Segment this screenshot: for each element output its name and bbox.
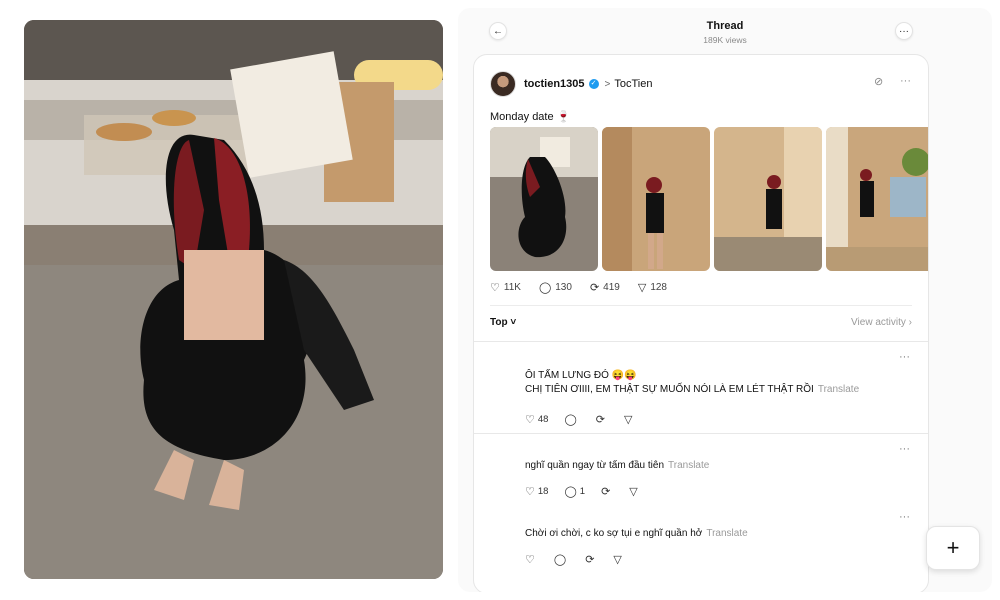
image-carousel[interactable]	[490, 127, 928, 271]
reply-like-button[interactable]: ♡ 18	[525, 485, 548, 498]
carousel-image-2[interactable]	[602, 127, 710, 271]
heart-icon: ♡	[490, 282, 500, 294]
post-header: toctien1305 ✓ > TocTien	[490, 71, 652, 97]
post-caption: Monday date 🍷	[490, 111, 571, 123]
view-count: 189K views	[703, 35, 747, 45]
reply-like-count: 18	[537, 486, 549, 497]
reply-actions: ♡ ◯ ⟳ ▽	[525, 553, 641, 566]
top-bar: ← Thread 189K views ···	[458, 8, 992, 54]
like-count: 11K	[503, 282, 521, 293]
reply-repost-button[interactable]: ⟳	[585, 553, 597, 566]
repost-icon: ⟳	[585, 554, 595, 566]
repost-icon: ⟳	[595, 414, 605, 426]
reply-comment-count: 1	[579, 486, 586, 497]
reply-more-icon[interactable]: ···	[899, 511, 910, 523]
reply-text-line: CHỊ TIÊN ƠIIII, EM THẬT SỰ MUỐN NÓI LÀ E…	[525, 384, 814, 395]
share-button[interactable]: ▽ 128	[638, 281, 667, 294]
translate-post-icon[interactable]: ⊘	[874, 75, 883, 88]
chevron-right-icon: >	[604, 78, 611, 90]
share-icon: ▽	[623, 414, 633, 426]
share-icon: ▽	[637, 282, 647, 294]
share-count: 128	[650, 282, 667, 293]
reply-comment-button[interactable]: ◯	[564, 413, 579, 426]
comment-count: 130	[555, 282, 572, 293]
translate-link[interactable]: Translate	[668, 460, 709, 471]
thread-card: toctien1305 ✓ > TocTien ⊘ ··· Monday dat…	[473, 54, 929, 592]
view-activity-link[interactable]: View activity ›	[851, 317, 912, 328]
verified-badge-icon: ✓	[588, 79, 599, 89]
reply-more-icon[interactable]: ···	[899, 443, 910, 455]
reply-actions: ♡ 18 ◯ 1 ⟳ ▽	[525, 485, 657, 498]
carousel-image-4[interactable]	[826, 127, 928, 271]
like-button[interactable]: ♡ 11K	[490, 281, 521, 294]
post-stats: ♡ 11K ◯ 130 ⟳ 419 ▽ 128	[490, 281, 685, 294]
post-topic[interactable]: TocTien	[614, 78, 652, 90]
reply-share-button[interactable]: ▽	[613, 553, 624, 566]
heart-icon: ♡	[525, 486, 535, 498]
heart-icon: ♡	[525, 554, 535, 566]
reply-like-button[interactable]: ♡	[525, 553, 538, 566]
repost-icon: ⟳	[601, 486, 611, 498]
reply-actions: ♡ 48 ◯ ⟳ ▽	[525, 413, 651, 426]
divider	[490, 305, 912, 306]
screen: ← Thread 189K views ··· toctien1305 ✓ > …	[0, 0, 1000, 600]
reply-item: ··· nghĩ quần ngay từ tấm đầu tiên Transl…	[474, 443, 928, 503]
main-photo	[24, 20, 443, 579]
reply-share-button[interactable]: ▽	[624, 413, 635, 426]
reply-text: ÔI TẤM LƯNG ĐÓ 😝😝 CHỊ TIÊN ƠIIII, EM THẬ…	[525, 369, 859, 397]
divider	[474, 433, 928, 434]
reply-share-button[interactable]: ▽	[629, 485, 640, 498]
reply-text-line: ÔI TẤM LƯNG ĐÓ 😝😝	[525, 370, 637, 381]
post-more-icon[interactable]: ···	[900, 75, 911, 87]
reply-text: Chời ơi chời, c ko sợ tụi e nghĩ quần hở…	[525, 527, 748, 541]
carousel-image-1[interactable]	[490, 127, 598, 271]
reply-like-button[interactable]: ♡ 48	[525, 413, 548, 426]
comment-icon: ◯	[564, 486, 577, 498]
new-thread-button[interactable]: +	[926, 526, 980, 570]
comment-icon: ◯	[538, 282, 552, 294]
comment-icon: ◯	[564, 414, 577, 426]
repost-count: 419	[603, 282, 620, 293]
reply-repost-button[interactable]: ⟳	[601, 485, 613, 498]
reply-text-line: Chời ơi chời, c ko sợ tụi e nghĩ quần hở	[525, 528, 703, 539]
replies-sort-bar: Top ˅ View activity ›	[490, 317, 912, 328]
reply-like-count: 48	[537, 414, 549, 425]
translate-link[interactable]: Translate	[818, 384, 859, 395]
reply-item: ··· Chời ơi chời, c ko sợ tụi e nghĩ quầ…	[474, 511, 928, 575]
heart-icon: ♡	[525, 414, 535, 426]
reply-text: nghĩ quần ngay từ tấm đầu tiên Translate	[525, 459, 709, 473]
photo-illustration	[24, 20, 443, 579]
reply-item: ··· ÔI TẤM LƯNG ĐÓ 😝😝 CHỊ TIÊN ƠIIII, EM…	[474, 351, 928, 435]
more-options-icon[interactable]: ···	[895, 22, 913, 40]
sort-dropdown[interactable]: Top ˅	[490, 317, 516, 328]
reply-repost-button[interactable]: ⟳	[596, 413, 608, 426]
repost-button[interactable]: ⟳ 419	[590, 281, 620, 294]
avatar[interactable]	[490, 71, 516, 97]
thread-app: ← Thread 189K views ··· toctien1305 ✓ > …	[458, 8, 992, 592]
reply-more-icon[interactable]: ···	[899, 351, 910, 363]
reply-text-line: nghĩ quần ngay từ tấm đầu tiên	[525, 460, 665, 471]
share-icon: ▽	[629, 486, 638, 498]
reply-comment-button[interactable]: ◯	[554, 553, 569, 566]
comment-icon: ◯	[553, 554, 567, 566]
share-icon: ▽	[613, 554, 622, 566]
translate-link[interactable]: Translate	[706, 528, 747, 539]
post-username[interactable]: toctien1305	[524, 78, 585, 90]
divider	[474, 341, 928, 342]
repost-icon: ⟳	[589, 282, 600, 294]
comment-button[interactable]: ◯ 130	[539, 281, 572, 294]
carousel-image-3[interactable]	[714, 127, 822, 271]
reply-comment-button[interactable]: ◯ 1	[564, 485, 585, 498]
